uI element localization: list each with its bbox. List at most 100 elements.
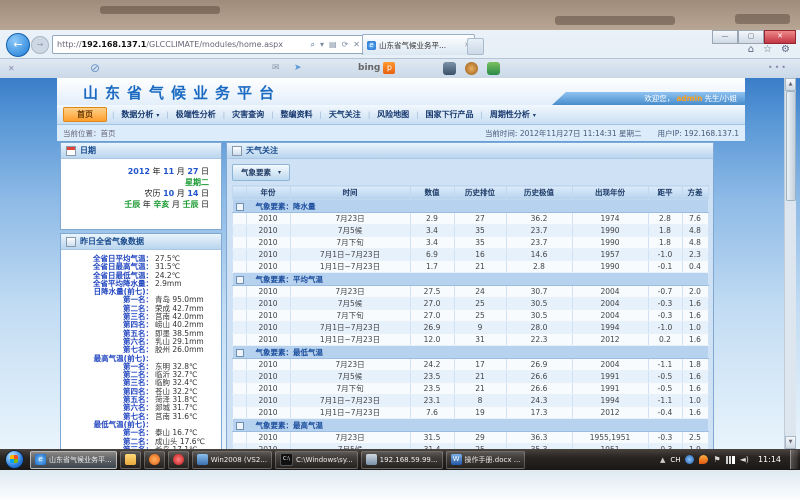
paw-plugin-icon[interactable]: [465, 62, 478, 75]
network-icon[interactable]: [726, 456, 735, 464]
scrollbar-thumb[interactable]: [786, 91, 796, 201]
taskbar-button-vm[interactable]: Win2008 (VS2...: [192, 451, 272, 469]
table-row[interactable]: 20101月1日~7月23日7.61917.32012-0.41.6: [232, 407, 708, 419]
table-cell: 23.7: [506, 237, 572, 249]
taskbar-button-ie[interactable]: e山东省气候业务平...: [30, 451, 117, 469]
table-row[interactable]: 20107月5候3.43523.719901.84.8: [232, 225, 708, 237]
people-plugin-icon[interactable]: [487, 62, 500, 75]
menu-item-4[interactable]: 灾害查询: [225, 108, 271, 121]
collapse-box-icon[interactable]: [236, 349, 244, 357]
table-row[interactable]: 20107月5候27.02530.52004-0.31.6: [232, 298, 708, 310]
menu-item-5[interactable]: 整编资料: [273, 108, 319, 121]
taskbar-button-red[interactable]: [168, 451, 189, 469]
tray-app-icon[interactable]: [685, 455, 694, 464]
menu-item-7[interactable]: 风险地图: [370, 108, 416, 121]
close-button-icon[interactable]: ✕: [764, 30, 796, 44]
table-group-header-row[interactable]: 气象要素：降水量: [232, 200, 708, 213]
table-cell: 2010: [246, 225, 290, 237]
toolbar-close-icon[interactable]: ✕: [8, 64, 15, 73]
toolbar-stop-icon[interactable]: ⊘: [90, 61, 100, 75]
refresh-icon[interactable]: ⟳: [342, 40, 349, 49]
flame-tray-icon[interactable]: [699, 455, 708, 464]
element-filter-button[interactable]: 气象要素 ▾: [232, 164, 290, 181]
table-cell: 2004: [572, 359, 648, 371]
menu-item-6[interactable]: 天气关注: [322, 108, 368, 121]
browser-window: ← → http://192.168.137.1/GLCCLIMATE/modu…: [0, 30, 800, 449]
page-scrollbar[interactable]: ▲ ▼: [784, 78, 796, 449]
collapse-box-icon[interactable]: [236, 422, 244, 430]
table-row[interactable]: 20107月23日31.52936.31955,1951-0.32.5: [232, 432, 708, 444]
table-cell: -0.3: [648, 432, 682, 444]
table-row[interactable]: 20107月23日27.52430.72004-0.72.0: [232, 286, 708, 298]
tools-gear-icon[interactable]: ⚙: [781, 44, 790, 55]
maximize-button-icon[interactable]: ▢: [738, 30, 764, 44]
taskbar-button-word[interactable]: W操作手册.docx ...: [446, 451, 526, 469]
taskbar-clock[interactable]: 11:14: [758, 455, 781, 464]
menu-item-2[interactable]: 数据分析▾: [114, 108, 166, 121]
speaker-icon[interactable]: ◄): [740, 455, 749, 464]
table-cell: -0.4: [648, 407, 682, 419]
scroll-up-arrow-icon[interactable]: ▲: [785, 78, 796, 91]
weather-body: 全省日平均气温：27.5℃全省日最高气温：31.5℃全省日最低气温：24.2℃全…: [61, 250, 221, 449]
scroll-down-arrow-icon[interactable]: ▼: [785, 436, 796, 449]
table-row[interactable]: 20107月1日~7月23日6.91614.61957-1.02.3: [232, 249, 708, 261]
search-icon[interactable]: ⌕: [311, 40, 315, 50]
table-row[interactable]: 20107月23日2.92736.219742.87.6: [232, 213, 708, 225]
table-row[interactable]: 20107月下旬3.43523.719901.84.8: [232, 237, 708, 249]
table-row[interactable]: 20107月下旬23.52126.61991-0.51.6: [232, 383, 708, 395]
start-orb-icon[interactable]: [5, 450, 24, 469]
table-cell: 2.8: [648, 213, 682, 225]
table-row[interactable]: 20107月23日24.21726.92004-1.11.8: [232, 359, 708, 371]
tray-expand-icon[interactable]: ▲: [660, 456, 665, 464]
table-cell: 30.5: [506, 298, 572, 310]
welcome-banner: 欢迎您， admin 先生/小姐: [552, 92, 745, 105]
table-group-header-row[interactable]: 气象要素：最高气温: [232, 419, 708, 432]
table-row[interactable]: 20107月1日~7月23日26.9928.01994-1.01.0: [232, 322, 708, 334]
compatibility-view-icon[interactable]: ▤: [329, 40, 337, 49]
table-cell: 24.3: [506, 395, 572, 407]
stop-icon[interactable]: ✕: [353, 40, 360, 49]
bing-toolbar[interactable]: bing p: [358, 62, 395, 74]
more-options-dots-icon[interactable]: •••: [768, 63, 788, 72]
bing-search-icon[interactable]: p: [383, 62, 395, 74]
send-plane-icon[interactable]: ➤: [294, 63, 302, 73]
table-group-header-row[interactable]: 气象要素：平均气温: [232, 273, 708, 286]
bing-logo: bing: [358, 63, 380, 73]
table-cell: 27.5: [410, 286, 454, 298]
taskbar-button-folder[interactable]: [120, 451, 141, 469]
menu-item-8[interactable]: 国家下行产品: [419, 108, 481, 121]
address-bar[interactable]: http://192.168.137.1/GLCCLIMATE/modules/…: [52, 35, 365, 54]
calendar-line: 壬辰 年 辛亥 月 壬辰 日: [61, 199, 209, 210]
action-center-flag-icon[interactable]: ⚑: [713, 455, 720, 464]
language-indicator[interactable]: CH: [670, 456, 680, 464]
windows-taskbar: e山东省气候业务平... Win2008 (VS2...C:\C:\Windows…: [0, 449, 800, 470]
new-tab-button[interactable]: [467, 38, 484, 55]
menu-item-3[interactable]: 极端性分析: [169, 108, 223, 121]
back-button-icon[interactable]: ←: [6, 33, 30, 57]
show-desktop-button[interactable]: [790, 450, 798, 469]
minimize-button-icon[interactable]: —: [712, 30, 738, 44]
taskbar-button-cmd[interactable]: C:\C:\Windows\sy...: [275, 451, 358, 469]
table-group-header-row[interactable]: 气象要素：最低气温: [232, 346, 708, 359]
table-row[interactable]: 20101月1日~7月23日1.7212.81990-0.10.4: [232, 261, 708, 273]
collapse-box-icon[interactable]: [236, 203, 244, 211]
mail-icon[interactable]: ✉: [272, 63, 280, 73]
search-dropdown-icon[interactable]: ▾: [320, 40, 324, 49]
table-cell: 26.6: [506, 383, 572, 395]
menu-item-9[interactable]: 周期性分析▾: [483, 108, 543, 121]
taskbar-button-orange[interactable]: [144, 451, 165, 469]
collapse-box-icon[interactable]: [236, 276, 244, 284]
favorites-star-icon[interactable]: ☆: [763, 44, 772, 55]
table-row[interactable]: 20107月下旬27.02530.52004-0.31.6: [232, 310, 708, 322]
browser-tab[interactable]: e 山东省气候业务平... ✕: [362, 34, 475, 55]
camera-plugin-icon[interactable]: [443, 62, 456, 75]
forward-button-icon[interactable]: →: [31, 36, 49, 54]
home-icon[interactable]: ⌂: [748, 44, 754, 55]
menu-item-1[interactable]: 首页: [63, 107, 107, 122]
table-row[interactable]: 20107月1日~7月23日23.1824.31994-1.11.0: [232, 395, 708, 407]
page-viewport: 山东省气候业务平台 欢迎您， admin 先生/小姐 首页|数据分析▾|极端性分…: [0, 78, 800, 449]
table-row[interactable]: 20107月5候23.52126.61991-0.51.6: [232, 371, 708, 383]
table-row[interactable]: 20101月1日~7月23日12.03122.320120.21.6: [232, 334, 708, 346]
table-cell: 1955,1951: [572, 432, 648, 444]
taskbar-button-rdp[interactable]: 192.168.59.99...: [361, 451, 443, 469]
